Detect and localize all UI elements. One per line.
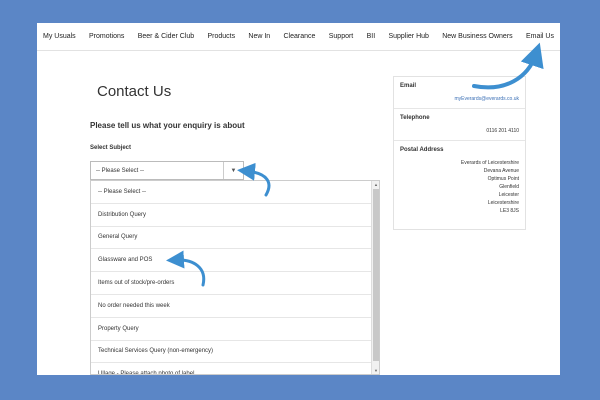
address-line: Glenfield	[499, 184, 519, 190]
telephone-heading: Telephone	[400, 115, 430, 121]
nav-bii[interactable]: BII	[367, 33, 376, 40]
contact-info-panel: Email myEverards@everards.co.uk Telephon…	[393, 76, 526, 230]
dropdown-option[interactable]: Ullage - Please attach photo of label	[91, 363, 373, 374]
nav-email-us[interactable]: Email Us	[526, 33, 554, 40]
scroll-up-icon[interactable]: ▲	[372, 181, 379, 188]
select-subject-label: Select Subject	[90, 145, 132, 151]
enquiry-heading: Please tell us what your enquiry is abou…	[90, 121, 245, 130]
dropdown-scrollbar[interactable]: ▲ ▼	[371, 181, 379, 374]
nav-supplier-hub[interactable]: Supplier Hub	[388, 33, 428, 40]
address-heading: Postal Address	[400, 147, 444, 153]
nav-products[interactable]: Products	[207, 33, 235, 40]
page-title: Contact Us	[97, 83, 172, 100]
address-section: Postal Address Everards of Leicestershir…	[394, 141, 525, 220]
dropdown-option[interactable]: Glassware and POS	[91, 249, 373, 273]
caret-down-icon[interactable]: ▼	[223, 162, 243, 179]
nav-my-usuals[interactable]: My Usuals	[43, 33, 76, 40]
address-line: Leicestershire	[487, 200, 519, 206]
telephone-number: 0116 201 4110	[486, 128, 519, 134]
email-link[interactable]: myEverards@everards.co.uk	[400, 95, 519, 108]
nav-new-in[interactable]: New In	[248, 33, 270, 40]
nav-clearance[interactable]: Clearance	[284, 33, 316, 40]
dropdown-option[interactable]: No order needed this week	[91, 295, 373, 318]
scroll-down-icon[interactable]: ▼	[372, 367, 379, 374]
top-nav: My Usuals Promotions Beer & Cider Club P…	[37, 23, 560, 51]
address-lines: Everards of Leicestershire Devana Avenue…	[400, 159, 519, 220]
dropdown-option[interactable]: Distribution Query	[91, 204, 373, 227]
nav-support[interactable]: Support	[329, 33, 354, 40]
address-line: Devana Avenue	[483, 168, 519, 174]
address-line: Optimus Point	[487, 176, 519, 182]
dropdown-option[interactable]: -- Please Select --	[91, 181, 373, 204]
browser-page: My Usuals Promotions Beer & Cider Club P…	[37, 23, 560, 375]
subject-select[interactable]: -- Please Select -- ▼	[90, 161, 244, 180]
nav-beer-cider-club[interactable]: Beer & Cider Club	[138, 33, 194, 40]
subject-dropdown-list: -- Please Select -- Distribution Query G…	[90, 180, 380, 375]
scroll-thumb[interactable]	[373, 189, 379, 361]
dropdown-option[interactable]: Property Query	[91, 318, 373, 341]
email-heading: Email	[400, 83, 417, 89]
email-section: Email myEverards@everards.co.uk	[394, 77, 525, 109]
address-line: Leicester	[498, 192, 519, 198]
telephone-section: Telephone 0116 201 4110	[394, 109, 525, 141]
subject-select-value: -- Please Select --	[96, 167, 145, 174]
dropdown-option[interactable]: General Query	[91, 227, 373, 250]
dropdown-option[interactable]: Technical Services Query (non-emergency)	[91, 341, 373, 364]
address-line: LE3 8JS	[500, 208, 519, 214]
nav-promotions[interactable]: Promotions	[89, 33, 124, 40]
address-line: Everards of Leicestershire	[460, 160, 519, 166]
dropdown-option[interactable]: Items out of stock/pre-orders	[91, 272, 373, 295]
nav-new-business-owners[interactable]: New Business Owners	[442, 33, 512, 40]
